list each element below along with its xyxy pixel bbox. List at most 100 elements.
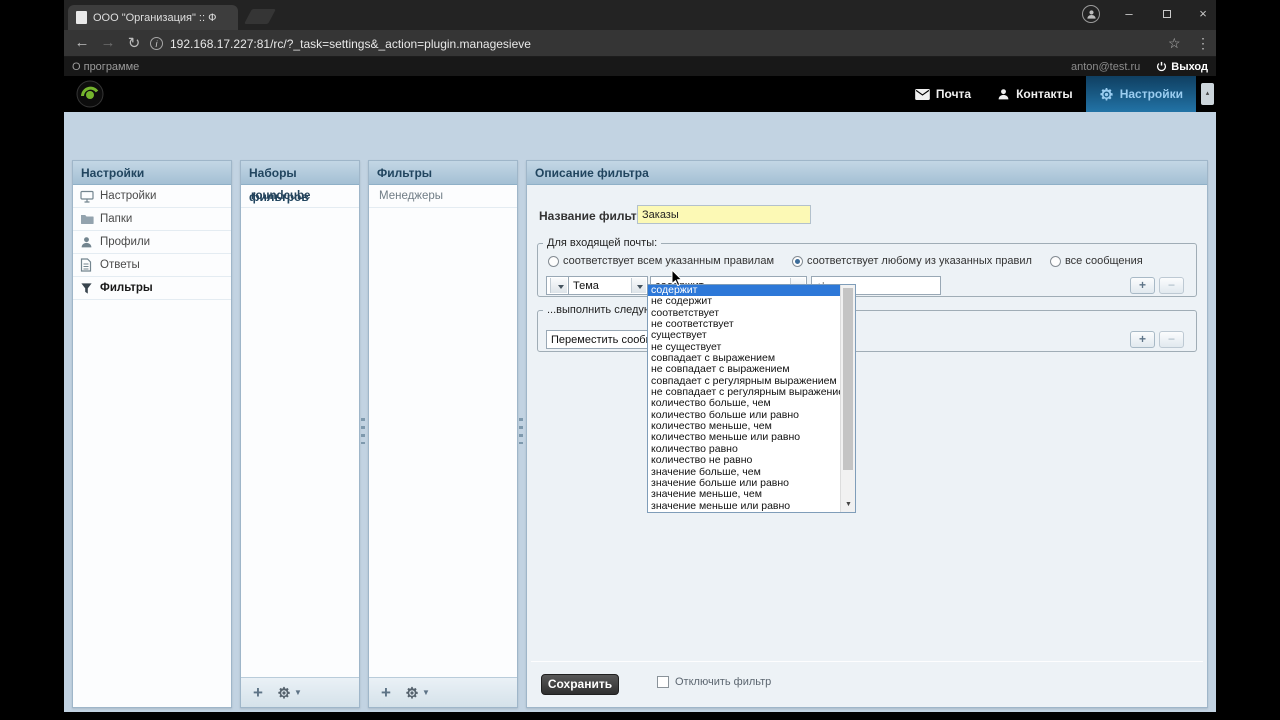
disable-filter-checkbox[interactable] bbox=[657, 676, 669, 688]
minimize-button[interactable]: – bbox=[1116, 4, 1142, 24]
url-text[interactable]: 192.168.17.227:81/rc/?_task=settings&_ac… bbox=[170, 37, 531, 51]
filters-panel-title: Фильтры bbox=[369, 161, 517, 185]
maximize-button[interactable] bbox=[1154, 4, 1180, 24]
operator-option[interactable]: не совпадает с выражением bbox=[648, 364, 840, 375]
nav-contacts-label: Контакты bbox=[1016, 87, 1073, 101]
dropdown-scrollbar[interactable]: ▼ bbox=[840, 285, 855, 512]
user-email: anton@test.ru bbox=[1071, 61, 1140, 73]
operator-option[interactable]: количество больше, чем bbox=[648, 398, 840, 409]
caret-down-icon: ▼ bbox=[422, 688, 430, 697]
document-icon bbox=[80, 258, 94, 272]
operator-option[interactable]: количество не равно bbox=[648, 455, 840, 466]
sidebar-item-responses[interactable]: Ответы bbox=[73, 254, 231, 277]
footer-divider bbox=[531, 661, 1203, 662]
operator-option[interactable]: значение меньше, чем bbox=[648, 489, 840, 500]
info-icon[interactable]: i bbox=[150, 37, 163, 50]
filter-item-label: Менеджеры bbox=[376, 190, 443, 202]
sidebar-item-label: Ответы bbox=[100, 259, 140, 271]
nav-settings[interactable]: Настройки bbox=[1086, 76, 1196, 112]
add-filter-set-button[interactable]: + bbox=[253, 683, 263, 703]
operator-option[interactable]: соответствует bbox=[648, 308, 840, 319]
new-tab-button[interactable] bbox=[244, 9, 276, 24]
nav-settings-label: Настройки bbox=[1120, 87, 1183, 101]
operator-option[interactable]: не содержит bbox=[648, 296, 840, 307]
content-area: Настройки Настройки Папки Профили Ответы… bbox=[64, 112, 1216, 712]
folder-icon bbox=[80, 212, 94, 226]
remove-action-button[interactable]: − bbox=[1159, 331, 1184, 348]
menu-dots-icon[interactable]: ⋮ bbox=[1196, 35, 1210, 52]
bookmark-star-icon[interactable]: ☆ bbox=[1168, 35, 1181, 52]
logo-icon bbox=[76, 80, 104, 108]
add-filter-button[interactable]: + bbox=[381, 683, 391, 703]
filters-footer: + ▼ bbox=[369, 677, 517, 707]
display-icon bbox=[80, 189, 94, 203]
sidebar-item-identities[interactable]: Профили bbox=[73, 231, 231, 254]
add-rule-button[interactable]: + bbox=[1130, 277, 1155, 294]
operator-option[interactable]: значение больше или равно bbox=[648, 478, 840, 489]
profile-avatar-icon[interactable] bbox=[1082, 5, 1100, 23]
radio-checked-icon[interactable] bbox=[792, 256, 803, 267]
panel-splitter[interactable] bbox=[361, 418, 365, 444]
power-icon bbox=[1156, 61, 1167, 72]
site-header: Почта Контакты Настройки ▴ bbox=[64, 76, 1216, 112]
operator-option[interactable]: количество больше или равно bbox=[648, 410, 840, 421]
filter-item[interactable]: Менеджеры bbox=[369, 185, 517, 208]
radio-icon[interactable] bbox=[548, 256, 559, 267]
close-button[interactable]: × bbox=[1190, 4, 1216, 24]
roundcube-logo[interactable] bbox=[76, 80, 104, 108]
logout-button[interactable]: Выход bbox=[1156, 61, 1208, 73]
back-icon[interactable]: ← bbox=[72, 34, 92, 51]
filter-form-title: Описание фильтра bbox=[527, 161, 1207, 185]
reload-icon[interactable]: ↻ bbox=[124, 34, 144, 52]
scope-option-any-rule[interactable]: соответствует любому из указанных правил bbox=[792, 255, 1032, 267]
sidebar-item-folders[interactable]: Папки bbox=[73, 208, 231, 231]
scope-option-all-rules[interactable]: соответствует всем указанным правилам bbox=[548, 255, 774, 267]
operator-option[interactable]: значение больше, чем bbox=[648, 467, 840, 478]
sidebar-item-label: Профили bbox=[100, 236, 150, 248]
mail-icon bbox=[915, 89, 930, 100]
operator-option[interactable]: количество равно bbox=[648, 444, 840, 455]
scope-option-all-messages[interactable]: все сообщения bbox=[1050, 255, 1143, 267]
settings-panel-title: Настройки bbox=[73, 161, 231, 185]
forward-icon[interactable]: → bbox=[98, 34, 118, 51]
operator-option[interactable]: значение меньше или равно bbox=[648, 501, 840, 512]
incoming-mail-legend: Для входящей почты: bbox=[543, 237, 661, 249]
operator-option[interactable]: не совпадает с регулярным выражением bbox=[648, 387, 840, 398]
sidebar-item-preferences[interactable]: Настройки bbox=[73, 185, 231, 208]
operator-option[interactable]: количество меньше или равно bbox=[648, 432, 840, 443]
radio-icon[interactable] bbox=[1050, 256, 1061, 267]
rule-toggle-select[interactable] bbox=[546, 276, 569, 295]
nav-contacts[interactable]: Контакты bbox=[984, 76, 1086, 112]
operator-option[interactable]: совпадает с выражением bbox=[648, 353, 840, 364]
filter-set-actions-button[interactable]: ▼ bbox=[277, 686, 302, 700]
add-action-button[interactable]: + bbox=[1130, 331, 1155, 348]
operator-dropdown: содержит не содержит соответствует не со… bbox=[647, 284, 856, 513]
filter-funnel-icon bbox=[80, 281, 94, 295]
operator-option[interactable]: существует bbox=[648, 330, 840, 341]
nav-mail[interactable]: Почта bbox=[902, 76, 984, 112]
filter-actions-button[interactable]: ▼ bbox=[405, 686, 430, 700]
plus-icon: + bbox=[253, 683, 263, 703]
main-nav: Почта Контакты Настройки bbox=[902, 76, 1196, 112]
operator-option[interactable]: не соответствует bbox=[648, 319, 840, 330]
collapse-header-arrow-icon[interactable]: ▴ bbox=[1201, 83, 1214, 105]
browser-tab[interactable]: ООО "Организация" :: Ф bbox=[68, 5, 238, 30]
browser-window: ООО "Организация" :: Ф – × ← → ↻ i 192.1… bbox=[64, 0, 1216, 712]
remove-rule-button[interactable]: − bbox=[1159, 277, 1184, 294]
sidebar-item-filters[interactable]: Фильтры bbox=[73, 277, 231, 300]
tab-title: ООО "Организация" :: Ф bbox=[93, 12, 216, 24]
scrollbar-thumb[interactable] bbox=[843, 288, 853, 470]
save-button[interactable]: Сохранить bbox=[541, 674, 619, 695]
plus-icon: + bbox=[381, 683, 391, 703]
operator-option[interactable]: совпадает с регулярным выражением bbox=[648, 376, 840, 387]
scroll-down-arrow-icon[interactable]: ▼ bbox=[841, 497, 856, 512]
rule-field-select[interactable]: Тема bbox=[568, 276, 648, 295]
filter-set-label: roundcube bbox=[248, 190, 310, 202]
about-link[interactable]: О программе bbox=[72, 61, 139, 73]
filter-name-input[interactable] bbox=[637, 205, 811, 224]
person-icon bbox=[80, 235, 94, 249]
panel-splitter[interactable] bbox=[519, 418, 523, 444]
operator-option[interactable]: количество меньше, чем bbox=[648, 421, 840, 432]
operator-option[interactable]: не существует bbox=[648, 342, 840, 353]
gear-icon bbox=[277, 686, 291, 700]
